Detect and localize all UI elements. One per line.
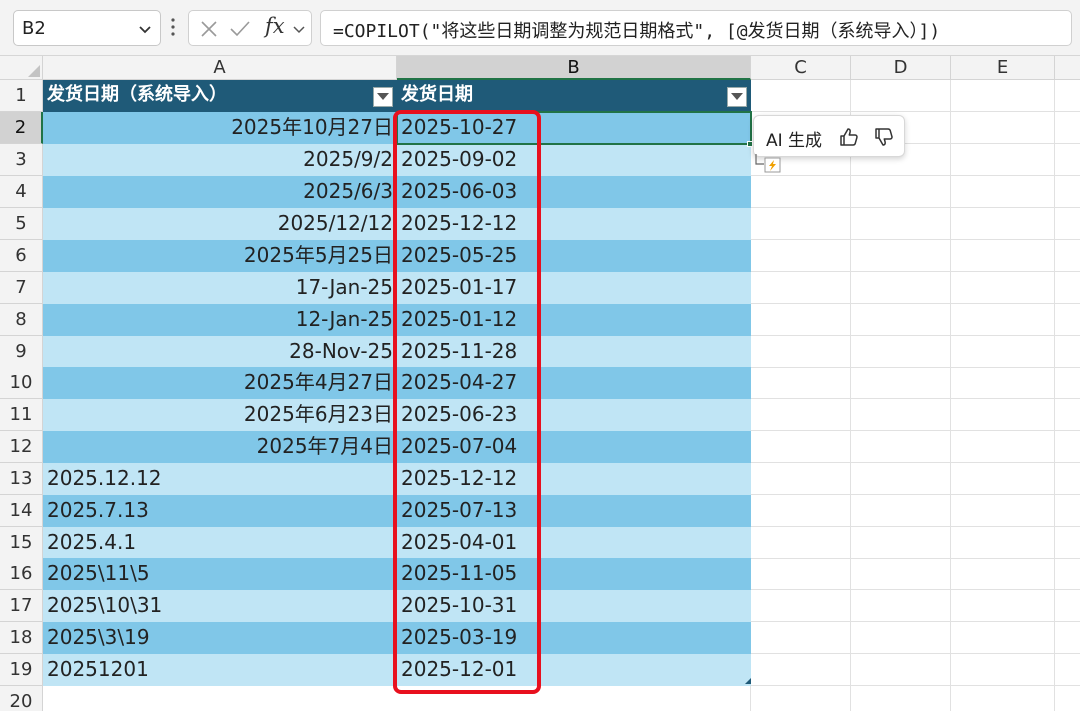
table-header-a: 发货日期（系统导入） [43,80,397,112]
flash-fill-options-icon[interactable] [754,152,782,174]
table-header-b: 发货日期 [397,80,751,112]
cell-a16[interactable]: 2025\11\5 [43,558,397,590]
cell-b19[interactable]: 2025-12-01 [397,654,751,686]
formula-text: =COPILOT("将这些日期调整为规范日期格式", [@发货日期（系统导入）]… [333,21,941,42]
cell-b15[interactable]: 2025-04-01 [397,527,751,559]
cell-b5[interactable]: 2025-12-12 [397,208,751,240]
cell-b6[interactable]: 2025-05-25 [397,240,751,272]
cell-a2[interactable]: 2025年10月27日 [43,112,397,144]
column-header-f[interactable] [1055,56,1080,80]
row-header-8[interactable]: 8 [0,304,43,336]
cell-a8[interactable]: 12-Jan-25 [43,304,397,336]
confirm-icon[interactable] [229,19,251,39]
cell-a6[interactable]: 2025年5月25日 [43,240,397,272]
filter-dropdown-a[interactable] [373,87,393,107]
column-header-a[interactable]: A [43,56,397,80]
cell-a12[interactable]: 2025年7月4日 [43,431,397,463]
insert-function-icon[interactable]: fx [265,14,285,38]
name-box[interactable]: B2 [13,10,161,46]
cell-b18[interactable]: 2025-03-19 [397,622,751,654]
cell-a14[interactable]: 2025.7.13 [43,495,397,527]
cancel-icon[interactable] [199,19,219,39]
header-a-label: 发货日期（系统导入） [47,84,227,105]
row-header-15[interactable]: 15 [0,527,43,559]
cell-b4[interactable]: 2025-06-03 [397,176,751,208]
cell-a19[interactable]: 20251201 [43,654,397,686]
row-header-14[interactable]: 14 [0,495,43,527]
cell-a18[interactable]: 2025\3\19 [43,622,397,654]
column-header-b[interactable]: B [397,56,751,80]
cell-a7[interactable]: 17-Jan-25 [43,272,397,304]
row-header-16[interactable]: 16 [0,558,43,590]
cell-b10[interactable]: 2025-04-27 [397,367,751,399]
row-header-7[interactable]: 7 [0,272,43,304]
row-header-1[interactable]: 1 [0,80,43,112]
cell-a4[interactable]: 2025/6/3 [43,176,397,208]
filter-dropdown-b[interactable] [727,87,747,107]
row-header-5[interactable]: 5 [0,208,43,240]
cell-a15[interactable]: 2025.4.1 [43,527,397,559]
column-header-c[interactable]: C [751,56,851,80]
column-header-d[interactable]: D [851,56,951,80]
select-all-corner[interactable] [0,56,43,80]
cell-b16[interactable]: 2025-11-05 [397,558,751,590]
chevron-down-icon[interactable] [291,21,307,37]
row-header-9[interactable]: 9 [0,336,43,368]
cell-b2[interactable]: 2025-10-27 [397,112,751,144]
cell-b8[interactable]: 2025-01-12 [397,304,751,336]
cell-b17[interactable]: 2025-10-31 [397,590,751,622]
formula-input[interactable]: =COPILOT("将这些日期调整为规范日期格式", [@发货日期（系统导入）]… [320,10,1072,46]
column-header-e[interactable]: E [951,56,1055,80]
header-b-label: 发货日期 [401,84,473,105]
chevron-down-icon[interactable] [136,20,154,38]
formula-bar: B2 fx =COPILOT("将这些日期调整为规范日期格式", [@发货日期（… [0,0,1080,56]
row-header-17[interactable]: 17 [0,590,43,622]
cell-b9[interactable]: 2025-11-28 [397,336,751,368]
row-header-20[interactable]: 20 [0,686,43,711]
cell-b13[interactable]: 2025-12-12 [397,463,751,495]
row-header-6[interactable]: 6 [0,240,43,272]
cell-b11[interactable]: 2025-06-23 [397,399,751,431]
cell-b14[interactable]: 2025-07-13 [397,495,751,527]
spreadsheet-grid: A B C D E 1 2 3 4 5 6 7 8 9 10 11 12 13 14 15 16 17 18 19 2… [0,56,1080,711]
cell-b7[interactable]: 2025-01-17 [397,272,751,304]
name-box-value: B2 [22,18,46,39]
ai-feedback-popup: AI 生成 [753,115,905,157]
cell-a10[interactable]: 2025年4月27日 [43,367,397,399]
cell-b12[interactable]: 2025-07-04 [397,431,751,463]
cell-a13[interactable]: 2025.12.12 [43,463,397,495]
cell-b3[interactable]: 2025-09-02 [397,144,751,176]
cell-a11[interactable]: 2025年6月23日 [43,399,397,431]
filter-arrow-icon [377,93,389,100]
cell-a17[interactable]: 2025\10\31 [43,590,397,622]
row-header-2[interactable]: 2 [0,112,43,144]
table-resize-handle[interactable] [745,678,751,684]
row-header-10[interactable]: 10 [0,367,43,399]
row-header-13[interactable]: 13 [0,463,43,495]
row-header-19[interactable]: 19 [0,654,43,686]
triangle-icon [28,65,40,77]
cell-a3[interactable]: 2025/9/2 [43,144,397,176]
row-header-12[interactable]: 12 [0,431,43,463]
formula-actions: fx [188,10,312,46]
more-options-icon[interactable] [168,14,178,40]
row-header-4[interactable]: 4 [0,176,43,208]
filter-arrow-icon [731,93,743,100]
thumbs-down-icon[interactable] [873,126,895,148]
thumbs-up-icon[interactable] [838,126,860,148]
row-header-18[interactable]: 18 [0,622,43,654]
cell-a5[interactable]: 2025/12/12 [43,208,397,240]
row-header-3[interactable]: 3 [0,144,43,176]
cell-a9[interactable]: 28-Nov-25 [43,336,397,368]
ai-generated-label: AI 生成 [766,131,823,151]
row-header-11[interactable]: 11 [0,399,43,431]
